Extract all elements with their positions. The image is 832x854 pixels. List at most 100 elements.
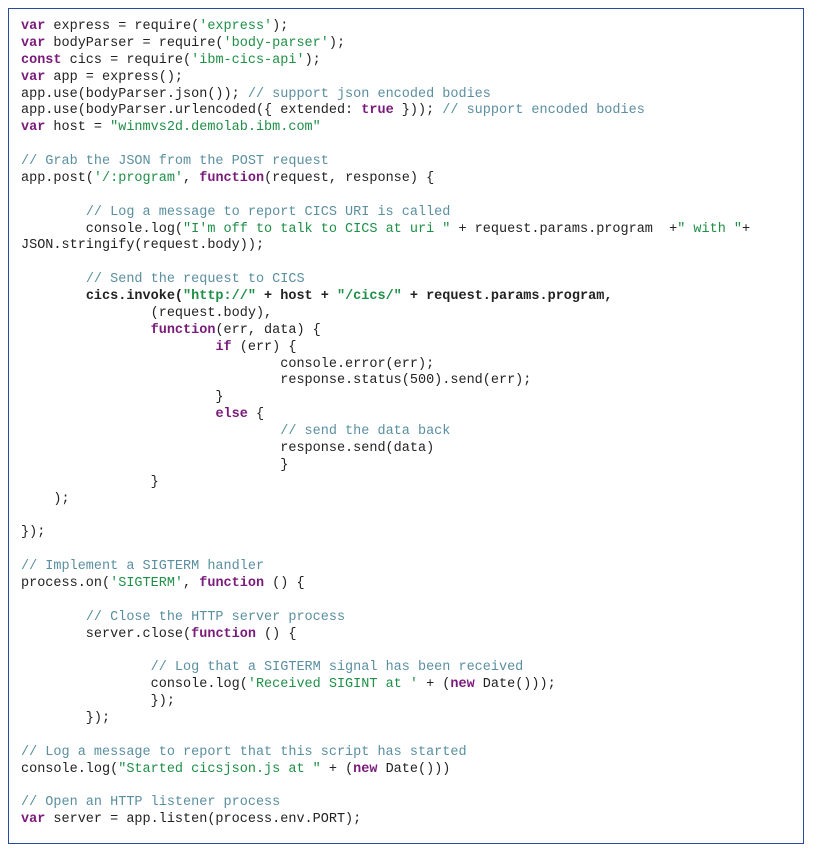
- code-line: });: [21, 711, 791, 728]
- code-token: (err, data) {: [215, 323, 320, 338]
- code-line: server.close(function () {: [21, 627, 791, 644]
- code-token: function: [151, 323, 216, 338]
- code-token: );: [305, 53, 321, 68]
- code-line: // Close the HTTP server process: [21, 610, 791, 627]
- code-token: + (: [321, 762, 353, 777]
- code-line: app.post('/:program', function(request, …: [21, 171, 791, 188]
- code-line: console.log("I'm off to talk to CICS at …: [21, 222, 791, 239]
- code-token: [21, 610, 86, 625]
- code-token: console.log(: [21, 677, 248, 692]
- code-token: [21, 407, 215, 422]
- code-token: 'express': [199, 19, 272, 34]
- code-line: [21, 542, 791, 559]
- code-line: }: [21, 458, 791, 475]
- code-token: );: [272, 19, 288, 34]
- code-token: });: [21, 694, 175, 709]
- code-token: // Open an HTTP listener process: [21, 795, 280, 810]
- code-token: const: [21, 53, 70, 68]
- code-token: + host +: [256, 289, 337, 304]
- code-line: [21, 778, 791, 795]
- code-token: }));: [394, 103, 443, 118]
- code-line: // Grab the JSON from the POST request: [21, 154, 791, 171]
- code-token: + request.params.program,: [402, 289, 613, 304]
- code-token: +: [742, 222, 758, 237]
- code-line: console.log("Started cicsjson.js at " + …: [21, 762, 791, 779]
- code-line: [21, 188, 791, 205]
- code-line: if (err) {: [21, 340, 791, 357]
- code-line: var app = express();: [21, 70, 791, 87]
- code-token: '/:program': [94, 171, 183, 186]
- code-token: + request.params.program +: [450, 222, 677, 237]
- code-token: Date())): [377, 762, 450, 777]
- code-token: process.on(: [21, 576, 110, 591]
- code-line: else {: [21, 407, 791, 424]
- code-token: "I'm off to talk to CICS at uri ": [183, 222, 450, 237]
- code-token: var: [21, 19, 53, 34]
- code-token: " with ": [677, 222, 742, 237]
- code-token: [21, 660, 151, 675]
- code-line: }: [21, 475, 791, 492]
- code-line: [21, 137, 791, 154]
- code-line: app.use(bodyParser.urlencoded({ extended…: [21, 103, 791, 120]
- code-line: var server = app.listen(process.env.PORT…: [21, 812, 791, 829]
- code-line: // Send the request to CICS: [21, 272, 791, 289]
- code-token: // send the data back: [280, 424, 450, 439]
- code-token: console.log(: [21, 762, 118, 777]
- code-line: );: [21, 492, 791, 509]
- code-token: response.status(500).send(err);: [21, 373, 531, 388]
- code-token: Date()));: [475, 677, 556, 692]
- code-token: app = express();: [53, 70, 183, 85]
- code-token: cics = require(: [70, 53, 192, 68]
- code-line: process.on('SIGTERM', function () {: [21, 576, 791, 593]
- code-token: () {: [256, 627, 297, 642]
- code-token: }: [21, 475, 159, 490]
- code-token: [21, 205, 86, 220]
- code-token: + (: [418, 677, 450, 692]
- code-line: [21, 255, 791, 272]
- code-line: // send the data back: [21, 424, 791, 441]
- code-line: // Log a message to report CICS URI is c…: [21, 205, 791, 222]
- code-token: // Grab the JSON from the POST request: [21, 154, 329, 169]
- code-token: host =: [53, 120, 110, 135]
- code-token: );: [329, 36, 345, 51]
- code-line: [21, 643, 791, 660]
- code-token: ,: [183, 171, 199, 186]
- code-token: 'ibm-cics-api': [191, 53, 304, 68]
- code-line: response.status(500).send(err);: [21, 373, 791, 390]
- code-line: // Implement a SIGTERM handler: [21, 559, 791, 576]
- code-token: // Close the HTTP server process: [86, 610, 345, 625]
- code-token: "/cics/": [337, 289, 402, 304]
- code-token: new: [450, 677, 474, 692]
- code-token: (err) {: [232, 340, 297, 355]
- code-token: // Implement a SIGTERM handler: [21, 559, 264, 574]
- code-line: console.log('Received SIGINT at ' + (new…: [21, 677, 791, 694]
- code-token: response.send(data): [21, 441, 434, 456]
- code-token: app.use(bodyParser.urlencoded({ extended…: [21, 103, 361, 118]
- code-token: new: [353, 762, 377, 777]
- code-token: [21, 340, 215, 355]
- code-line: }: [21, 390, 791, 407]
- code-token: [21, 289, 86, 304]
- code-token: var: [21, 812, 53, 827]
- code-token: app.use(bodyParser.json());: [21, 87, 248, 102]
- code-token: 'Received SIGINT at ': [248, 677, 418, 692]
- code-token: console.error(err);: [21, 357, 434, 372]
- code-token: true: [361, 103, 393, 118]
- code-line: app.use(bodyParser.json()); // support j…: [21, 87, 791, 104]
- code-line: const cics = require('ibm-cics-api');: [21, 53, 791, 70]
- code-token: (request.body),: [21, 306, 272, 321]
- code-line: // Log that a SIGTERM signal has been re…: [21, 660, 791, 677]
- code-token: function: [199, 576, 264, 591]
- code-line: });: [21, 525, 791, 542]
- code-token: if: [215, 340, 231, 355]
- code-token: [21, 424, 280, 439]
- code-line: var express = require('express');: [21, 19, 791, 36]
- code-token: {: [248, 407, 264, 422]
- code-line: var host = "winmvs2d.demolab.ibm.com": [21, 120, 791, 137]
- code-token: // support encoded bodies: [442, 103, 645, 118]
- code-line: [21, 593, 791, 610]
- code-line: (request.body),: [21, 306, 791, 323]
- code-line: function(err, data) {: [21, 323, 791, 340]
- code-line: JSON.stringify(request.body));: [21, 238, 791, 255]
- code-token: cics.invoke(: [86, 289, 183, 304]
